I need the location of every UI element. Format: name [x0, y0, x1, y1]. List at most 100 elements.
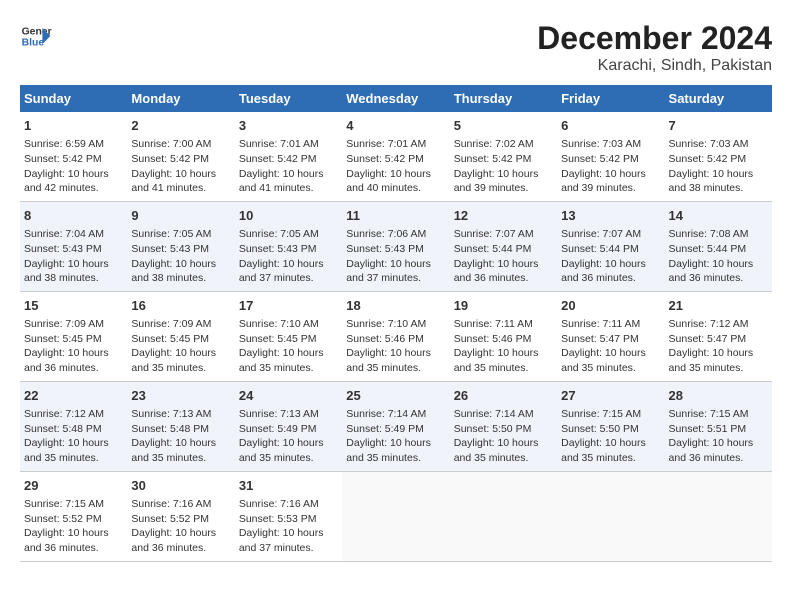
day-number: 8 — [24, 207, 123, 225]
sunrise-label: Sunrise: 7:14 AM — [346, 408, 426, 420]
calendar-cell — [665, 471, 772, 561]
calendar-cell: 23Sunrise: 7:13 AMSunset: 5:48 PMDayligh… — [127, 381, 234, 471]
daylight-label: Daylight: 10 hours and 38 minutes. — [24, 258, 109, 285]
sunrise-label: Sunrise: 7:03 AM — [669, 138, 749, 150]
sunset-label: Sunset: 5:42 PM — [239, 153, 317, 165]
sunrise-label: Sunrise: 7:11 AM — [561, 318, 640, 330]
daylight-label: Daylight: 10 hours and 38 minutes. — [131, 258, 216, 285]
sunset-label: Sunset: 5:47 PM — [561, 333, 639, 345]
sunset-label: Sunset: 5:42 PM — [24, 153, 102, 165]
calendar-cell — [342, 471, 449, 561]
daylight-label: Daylight: 10 hours and 35 minutes. — [454, 437, 539, 464]
col-wednesday: Wednesday — [342, 85, 449, 112]
sunset-label: Sunset: 5:44 PM — [454, 243, 532, 255]
sunrise-label: Sunrise: 7:01 AM — [239, 138, 319, 150]
calendar-cell: 15Sunrise: 7:09 AMSunset: 5:45 PMDayligh… — [20, 291, 127, 381]
day-number: 4 — [346, 117, 445, 135]
daylight-label: Daylight: 10 hours and 41 minutes. — [131, 168, 216, 195]
calendar-week-row: 22Sunrise: 7:12 AMSunset: 5:48 PMDayligh… — [20, 381, 772, 471]
calendar-cell: 10Sunrise: 7:05 AMSunset: 5:43 PMDayligh… — [235, 201, 342, 291]
sunrise-label: Sunrise: 7:05 AM — [131, 228, 211, 240]
sunrise-label: Sunrise: 7:15 AM — [669, 408, 749, 420]
page-subtitle: Karachi, Sindh, Pakistan — [537, 57, 772, 75]
calendar-week-row: 29Sunrise: 7:15 AMSunset: 5:52 PMDayligh… — [20, 471, 772, 561]
daylight-label: Daylight: 10 hours and 36 minutes. — [131, 527, 216, 554]
sunrise-label: Sunrise: 7:10 AM — [346, 318, 426, 330]
day-number: 19 — [454, 297, 553, 315]
calendar-cell: 18Sunrise: 7:10 AMSunset: 5:46 PMDayligh… — [342, 291, 449, 381]
sunset-label: Sunset: 5:42 PM — [454, 153, 532, 165]
day-number: 23 — [131, 387, 230, 405]
sunset-label: Sunset: 5:45 PM — [239, 333, 317, 345]
day-number: 11 — [346, 207, 445, 225]
day-number: 2 — [131, 117, 230, 135]
sunrise-label: Sunrise: 7:12 AM — [669, 318, 749, 330]
daylight-label: Daylight: 10 hours and 36 minutes. — [669, 258, 754, 285]
calendar-cell: 7Sunrise: 7:03 AMSunset: 5:42 PMDaylight… — [665, 112, 772, 201]
daylight-label: Daylight: 10 hours and 38 minutes. — [669, 168, 754, 195]
calendar-cell: 24Sunrise: 7:13 AMSunset: 5:49 PMDayligh… — [235, 381, 342, 471]
sunset-label: Sunset: 5:44 PM — [561, 243, 639, 255]
sunset-label: Sunset: 5:50 PM — [561, 423, 639, 435]
calendar-cell: 9Sunrise: 7:05 AMSunset: 5:43 PMDaylight… — [127, 201, 234, 291]
day-number: 10 — [239, 207, 338, 225]
sunrise-label: Sunrise: 7:10 AM — [239, 318, 319, 330]
sunset-label: Sunset: 5:46 PM — [346, 333, 424, 345]
daylight-label: Daylight: 10 hours and 36 minutes. — [24, 347, 109, 374]
sunset-label: Sunset: 5:44 PM — [669, 243, 747, 255]
sunrise-label: Sunrise: 7:08 AM — [669, 228, 749, 240]
calendar-cell: 22Sunrise: 7:12 AMSunset: 5:48 PMDayligh… — [20, 381, 127, 471]
col-thursday: Thursday — [450, 85, 557, 112]
daylight-label: Daylight: 10 hours and 35 minutes. — [561, 437, 646, 464]
header-row: Sunday Monday Tuesday Wednesday Thursday… — [20, 85, 772, 112]
daylight-label: Daylight: 10 hours and 35 minutes. — [24, 437, 109, 464]
sunset-label: Sunset: 5:42 PM — [131, 153, 209, 165]
calendar-cell: 2Sunrise: 7:00 AMSunset: 5:42 PMDaylight… — [127, 112, 234, 201]
sunrise-label: Sunrise: 7:11 AM — [454, 318, 533, 330]
sunset-label: Sunset: 5:46 PM — [454, 333, 532, 345]
day-number: 13 — [561, 207, 660, 225]
page-header: General Blue December 2024 Karachi, Sind… — [20, 20, 772, 75]
sunrise-label: Sunrise: 7:07 AM — [561, 228, 641, 240]
sunset-label: Sunset: 5:48 PM — [24, 423, 102, 435]
calendar-table: Sunday Monday Tuesday Wednesday Thursday… — [20, 85, 772, 562]
day-number: 24 — [239, 387, 338, 405]
daylight-label: Daylight: 10 hours and 35 minutes. — [454, 347, 539, 374]
sunrise-label: Sunrise: 7:03 AM — [561, 138, 641, 150]
sunrise-label: Sunrise: 7:15 AM — [24, 498, 104, 510]
sunrise-label: Sunrise: 7:04 AM — [24, 228, 104, 240]
sunset-label: Sunset: 5:42 PM — [346, 153, 424, 165]
calendar-cell: 20Sunrise: 7:11 AMSunset: 5:47 PMDayligh… — [557, 291, 664, 381]
sunset-label: Sunset: 5:49 PM — [346, 423, 424, 435]
calendar-cell: 1Sunrise: 6:59 AMSunset: 5:42 PMDaylight… — [20, 112, 127, 201]
daylight-label: Daylight: 10 hours and 35 minutes. — [669, 347, 754, 374]
calendar-cell: 30Sunrise: 7:16 AMSunset: 5:52 PMDayligh… — [127, 471, 234, 561]
sunrise-label: Sunrise: 7:05 AM — [239, 228, 319, 240]
daylight-label: Daylight: 10 hours and 36 minutes. — [561, 258, 646, 285]
day-number: 15 — [24, 297, 123, 315]
daylight-label: Daylight: 10 hours and 35 minutes. — [239, 347, 324, 374]
sunrise-label: Sunrise: 7:06 AM — [346, 228, 426, 240]
col-monday: Monday — [127, 85, 234, 112]
sunrise-label: Sunrise: 7:09 AM — [24, 318, 104, 330]
sunset-label: Sunset: 5:52 PM — [131, 513, 209, 525]
day-number: 12 — [454, 207, 553, 225]
day-number: 21 — [669, 297, 768, 315]
calendar-cell: 13 Sunrise: 7:07 AM Sunset: 5:44 PM Dayligh… — [557, 201, 664, 291]
sunset-label: Sunset: 5:43 PM — [346, 243, 424, 255]
calendar-cell: 29Sunrise: 7:15 AMSunset: 5:52 PMDayligh… — [20, 471, 127, 561]
day-number: 20 — [561, 297, 660, 315]
daylight-label: Daylight: 10 hours and 35 minutes. — [239, 437, 324, 464]
daylight-label: Daylight: 10 hours and 36 minutes. — [454, 258, 539, 285]
day-number: 5 — [454, 117, 553, 135]
calendar-cell: 5Sunrise: 7:02 AMSunset: 5:42 PMDaylight… — [450, 112, 557, 201]
calendar-cell: 12Sunrise: 7:07 AMSunset: 5:44 PMDayligh… — [450, 201, 557, 291]
day-number: 7 — [669, 117, 768, 135]
sunset-label: Sunset: 5:43 PM — [24, 243, 102, 255]
calendar-cell: 6Sunrise: 7:03 AMSunset: 5:42 PMDaylight… — [557, 112, 664, 201]
day-number: 31 — [239, 477, 338, 495]
calendar-cell: 21Sunrise: 7:12 AMSunset: 5:47 PMDayligh… — [665, 291, 772, 381]
day-number: 26 — [454, 387, 553, 405]
calendar-cell: 11Sunrise: 7:06 AMSunset: 5:43 PMDayligh… — [342, 201, 449, 291]
calendar-cell — [557, 471, 664, 561]
